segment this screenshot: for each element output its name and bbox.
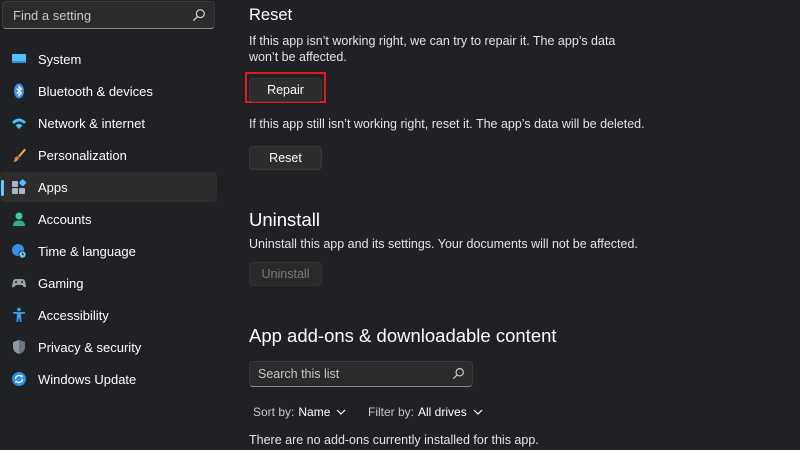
globe-clock-icon [12, 244, 27, 259]
settings-search-box[interactable] [2, 1, 215, 29]
apps-icon [12, 179, 27, 194]
brush-icon [13, 148, 26, 162]
reset-description: If this app still isn’t working right, r… [249, 117, 645, 131]
person-icon [13, 212, 25, 226]
sidebar-item-label: Accounts [38, 211, 92, 227]
search-icon[interactable] [452, 367, 465, 380]
uninstall-description: Uninstall this app and its settings. You… [249, 237, 638, 251]
sidebar-item-accessibility[interactable]: Accessibility [0, 300, 217, 330]
sidebar-item-privacy-security[interactable]: Privacy & security [0, 332, 217, 362]
accessibility-icon [13, 307, 25, 322]
search-icon[interactable] [192, 8, 206, 22]
sidebar-item-label: Privacy & security [38, 339, 142, 355]
filter-label: Filter by: [368, 405, 415, 419]
sort-label: Sort by: [253, 405, 295, 419]
chevron-down-icon [336, 409, 346, 415]
settings-search-input[interactable] [3, 2, 193, 28]
reset-button[interactable]: Reset [249, 146, 322, 170]
repair-description: If this app isn’t working right, we can … [249, 33, 615, 65]
sidebar-item-label: Personalization [38, 147, 127, 163]
gamepad-icon [12, 279, 26, 288]
wifi-icon [12, 118, 26, 129]
sidebar-item-label: Apps [38, 179, 68, 195]
addons-search-box[interactable] [249, 361, 473, 387]
sidebar-item-label: Gaming [38, 275, 84, 291]
sort-value: Name [298, 405, 331, 419]
repair-description-line: won’t be affected. [249, 50, 347, 64]
sidebar-item-gaming[interactable]: Gaming [0, 268, 217, 298]
sidebar-item-label: Time & language [38, 243, 136, 259]
sidebar-item-time-language[interactable]: Time & language [0, 236, 217, 266]
filter-dropdown[interactable]: Filter by: All drives [368, 405, 483, 419]
active-indicator [1, 180, 4, 196]
sidebar-item-apps[interactable]: Apps [0, 172, 217, 202]
sidebar-item-label: System [38, 51, 82, 67]
monitor-icon [12, 54, 26, 63]
addons-section-title: App add-ons & downloadable content [249, 325, 557, 346]
uninstall-section-title: Uninstall [249, 209, 320, 230]
sidebar-item-accounts[interactable]: Accounts [0, 204, 217, 234]
addons-search-input[interactable] [250, 362, 453, 386]
sidebar-item-label: Accessibility [38, 307, 109, 323]
sidebar: System Bluetooth & devices Network & int… [0, 0, 225, 450]
sidebar-item-bluetooth[interactable]: Bluetooth & devices [0, 76, 217, 106]
addons-empty-message: There are no add-ons currently installed… [249, 433, 539, 447]
repair-description-line: If this app isn’t working right, we can … [249, 34, 616, 48]
repair-button[interactable]: Repair [249, 78, 322, 102]
sidebar-nav: System Bluetooth & devices Network & int… [0, 44, 217, 396]
sidebar-item-network[interactable]: Network & internet [0, 108, 217, 138]
chevron-down-icon [473, 409, 483, 415]
sidebar-item-windows-update[interactable]: Windows Update [0, 364, 217, 394]
shield-icon [13, 340, 25, 354]
sidebar-item-label: Bluetooth & devices [38, 83, 153, 99]
sort-dropdown[interactable]: Sort by: Name [253, 405, 346, 419]
reset-section-title: Reset [249, 6, 293, 24]
sidebar-item-system[interactable]: System [0, 44, 217, 74]
sidebar-item-personalization[interactable]: Personalization [0, 140, 217, 170]
sidebar-item-label: Network & internet [38, 115, 145, 131]
main-content: Reset If this app isn’t working right, w… [245, 0, 800, 450]
bluetooth-icon [14, 83, 24, 99]
sidebar-item-label: Windows Update [38, 371, 137, 387]
uninstall-button[interactable]: Uninstall [249, 262, 322, 286]
filter-value: All drives [418, 405, 467, 419]
update-icon [12, 372, 26, 386]
